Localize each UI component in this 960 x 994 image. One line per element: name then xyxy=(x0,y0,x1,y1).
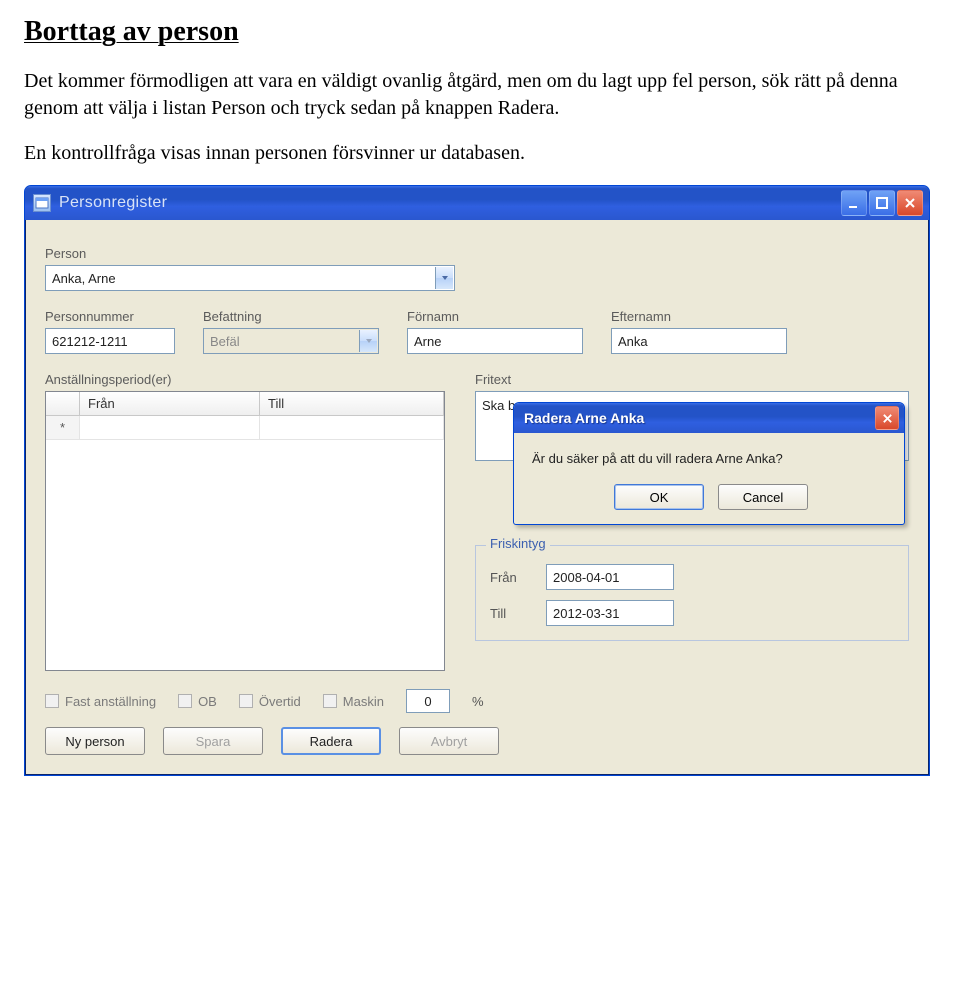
personnummer-label: Personnummer xyxy=(45,309,175,324)
window-maximize-button[interactable] xyxy=(869,190,895,216)
person-label: Person xyxy=(45,246,455,261)
page-heading: Borttag av person xyxy=(24,16,936,48)
dialog-message: Är du säker på att du vill radera Arne A… xyxy=(532,451,890,466)
grid-cell[interactable] xyxy=(80,416,260,440)
radera-button[interactable]: Radera xyxy=(281,727,381,755)
ny-person-button[interactable]: Ny person xyxy=(45,727,145,755)
dialog-titlebar: Radera Arne Anka xyxy=(514,403,904,433)
anstallning-grid[interactable]: Från Till * xyxy=(45,391,445,671)
grid-header-selector xyxy=(46,392,80,416)
maskin-value-input[interactable]: 0 xyxy=(406,689,450,713)
overtid-checkbox[interactable]: Övertid xyxy=(239,694,301,709)
efternamn-input[interactable]: Anka xyxy=(611,328,787,354)
person-select[interactable]: Anka, Arne xyxy=(45,265,455,291)
ob-checkbox[interactable]: OB xyxy=(178,694,217,709)
befattning-label: Befattning xyxy=(203,309,379,324)
grid-header-fran[interactable]: Från xyxy=(80,392,260,416)
chevron-down-icon xyxy=(359,330,377,352)
maskin-unit-label: % xyxy=(472,694,484,709)
grid-header-till[interactable]: Till xyxy=(260,392,444,416)
dialog-ok-button[interactable]: OK xyxy=(614,484,704,510)
dialog-title: Radera Arne Anka xyxy=(524,410,875,426)
efternamn-label: Efternamn xyxy=(611,309,787,324)
grid-row-marker: * xyxy=(46,416,80,440)
friskintyg-till-input[interactable]: 2012-03-31 xyxy=(546,600,674,626)
friskintyg-fran-label: Från xyxy=(490,570,530,585)
friskintyg-till-label: Till xyxy=(490,606,530,621)
window-titlebar: Personregister xyxy=(25,186,929,220)
grid-cell[interactable] xyxy=(260,416,444,440)
checkbox-icon xyxy=(323,694,337,708)
fornamn-label: Förnamn xyxy=(407,309,583,324)
checkbox-icon xyxy=(178,694,192,708)
fritext-label: Fritext xyxy=(475,372,909,387)
fast-anstallning-checkbox[interactable]: Fast anställning xyxy=(45,694,156,709)
dialog-close-button[interactable] xyxy=(875,406,899,430)
instruction-paragraph-2: En kontrollfråga visas innan personen fö… xyxy=(24,140,936,167)
personregister-window: Personregister Person Anka, Arne xyxy=(24,185,930,776)
maskin-checkbox[interactable]: Maskin xyxy=(323,694,384,709)
checkbox-icon xyxy=(45,694,59,708)
window-title: Personregister xyxy=(59,194,841,212)
befattning-select: Befäl xyxy=(203,328,379,354)
person-select-value: Anka, Arne xyxy=(52,271,116,286)
instruction-paragraph-1: Det kommer förmodligen att vara en väldi… xyxy=(24,68,936,122)
personnummer-input[interactable]: 621212-1211 xyxy=(45,328,175,354)
app-icon xyxy=(33,194,51,212)
fornamn-input[interactable]: Arne xyxy=(407,328,583,354)
confirm-delete-dialog: Radera Arne Anka Är du säker på att du v… xyxy=(513,402,905,525)
window-close-button[interactable] xyxy=(897,190,923,216)
friskintyg-group: Friskintyg Från 2008-04-01 Till 2012-03-… xyxy=(475,545,909,641)
dialog-cancel-button[interactable]: Cancel xyxy=(718,484,808,510)
window-minimize-button[interactable] xyxy=(841,190,867,216)
friskintyg-legend: Friskintyg xyxy=(486,536,550,551)
avbryt-button: Avbryt xyxy=(399,727,499,755)
anstallning-label: Anställningsperiod(er) xyxy=(45,372,445,387)
chevron-down-icon xyxy=(435,267,453,289)
spara-button: Spara xyxy=(163,727,263,755)
friskintyg-fran-input[interactable]: 2008-04-01 xyxy=(546,564,674,590)
table-row[interactable]: * xyxy=(46,416,444,440)
checkbox-icon xyxy=(239,694,253,708)
